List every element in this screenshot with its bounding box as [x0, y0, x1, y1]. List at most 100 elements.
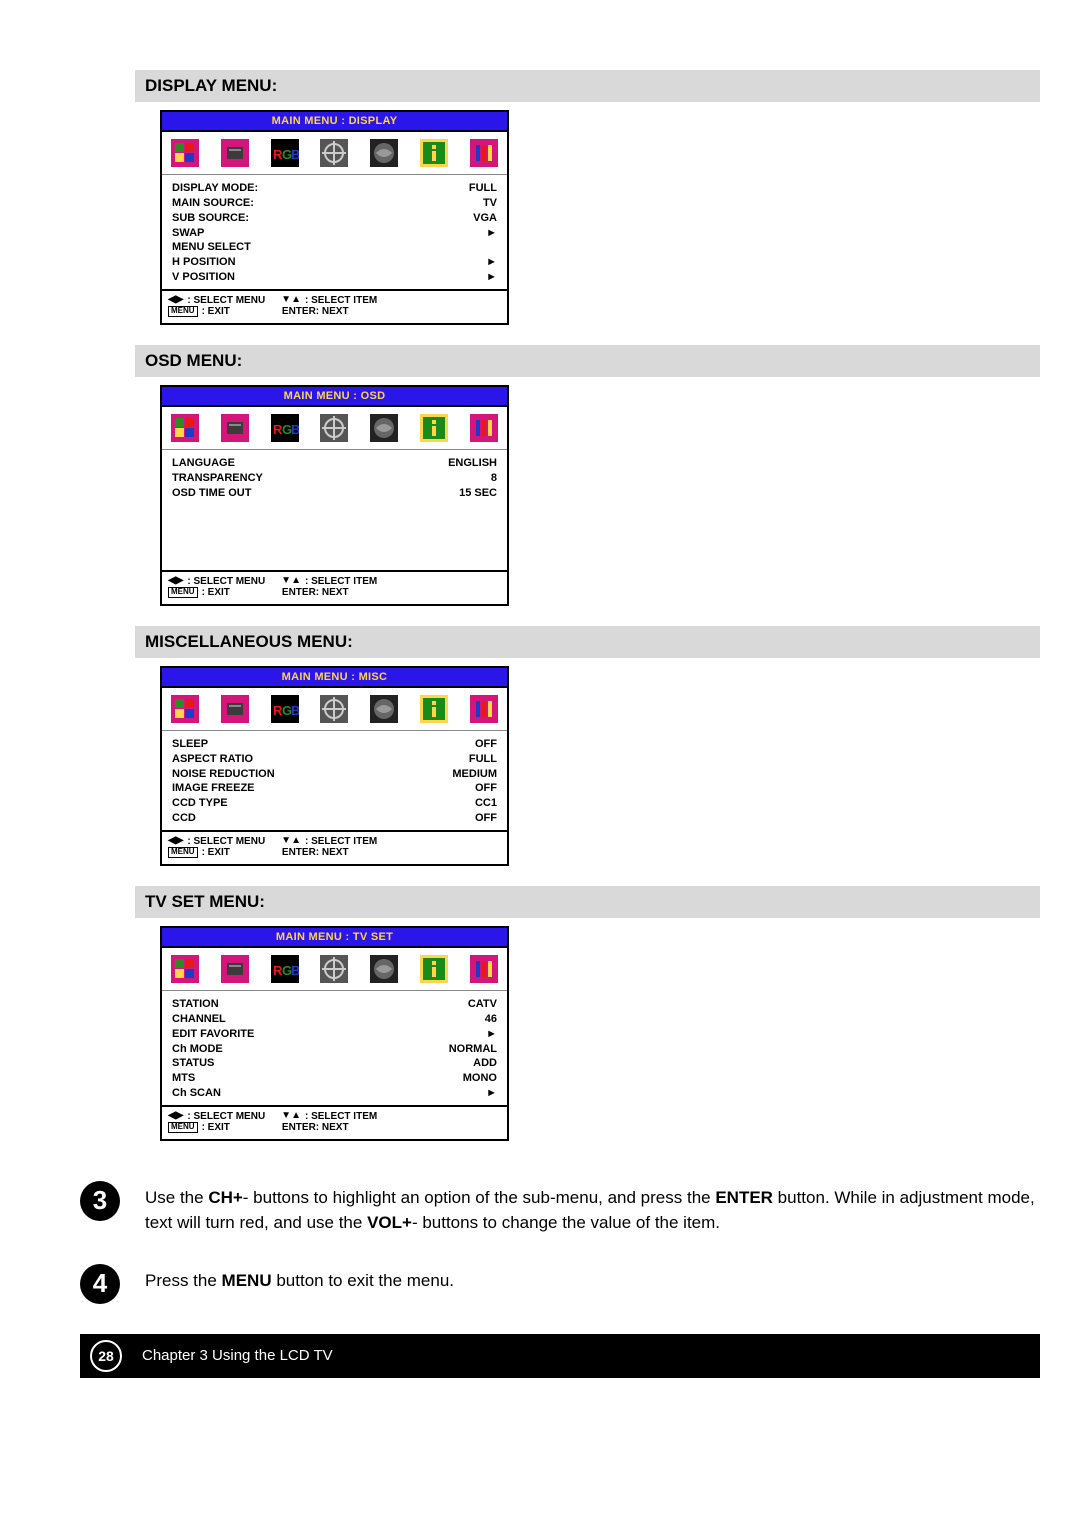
setting-label: MENU SELECT — [172, 240, 417, 255]
menu-icon-row: RGB — [162, 132, 507, 175]
svg-text:B: B — [291, 963, 299, 978]
svg-text:B: B — [291, 703, 299, 718]
globe-icon — [369, 138, 399, 168]
globe-icon — [369, 694, 399, 724]
setting-row: CHANNEL46 — [172, 1012, 497, 1027]
hint-enter-next: ENTER: NEXT — [282, 847, 349, 858]
setting-label: Ch MODE — [172, 1042, 417, 1057]
setting-label: Ch SCAN — [172, 1086, 417, 1101]
setting-label: TRANSPARENCY — [172, 471, 417, 486]
svg-text:B: B — [291, 422, 299, 437]
palette-icon — [170, 954, 200, 984]
audio-icon — [220, 413, 250, 443]
hint-select-item: : SELECT ITEM — [305, 1111, 377, 1122]
hint-select-item: : SELECT ITEM — [305, 576, 377, 587]
menu-hints: ◀▶: SELECT MENU ▼▲: SELECT ITEM MENU: EX… — [162, 830, 507, 864]
left-right-arrow-icon: ◀▶ — [168, 576, 183, 586]
setting-row: MENU SELECT — [172, 240, 497, 255]
down-up-arrow-icon: ▼▲ — [281, 576, 301, 586]
setting-value — [417, 240, 497, 255]
setting-label: DISPLAY MODE: — [172, 181, 417, 196]
step-text: Press the MENU button to exit the menu. — [145, 1264, 1040, 1294]
rgb-icon: RGB — [270, 694, 300, 724]
setting-value: ► — [417, 255, 497, 270]
audio-icon — [220, 694, 250, 724]
info-icon — [419, 138, 449, 168]
menu-icon-row: RGB — [162, 688, 507, 731]
setting-row: SWAP► — [172, 226, 497, 241]
hint-exit: : EXIT — [202, 587, 230, 598]
setting-row: LANGUAGEENGLISH — [172, 456, 497, 471]
setting-value: OFF — [417, 811, 497, 826]
hint-exit: : EXIT — [202, 306, 230, 317]
setting-row: Ch MODENORMAL — [172, 1042, 497, 1057]
settings-list-tvset: STATIONCATV CHANNEL46 EDIT FAVORITE ► Ch … — [162, 991, 507, 1105]
setting-label: LANGUAGE — [172, 456, 417, 471]
menu-chip: MENU — [168, 306, 198, 317]
setting-value: CC1 — [417, 796, 497, 811]
setting-label: SWAP — [172, 226, 417, 241]
hint-enter-next: ENTER: NEXT — [282, 587, 349, 598]
svg-text:B: B — [291, 147, 299, 162]
setting-row: MAIN SOURCE:TV — [172, 196, 497, 211]
hint-select-menu: : SELECT MENU — [187, 1111, 265, 1122]
setting-row: STATUSADD — [172, 1056, 497, 1071]
footer-bar: 28 Chapter 3 Using the LCD TV — [80, 1334, 1040, 1378]
palette-icon — [170, 138, 200, 168]
bars-icon — [469, 413, 499, 443]
setting-label: ASPECT RATIO — [172, 752, 417, 767]
settings-list-misc: SLEEPOFF ASPECT RATIOFULL NOISE REDUCTIO… — [162, 731, 507, 830]
setting-label: MTS — [172, 1071, 417, 1086]
bars-icon — [469, 138, 499, 168]
setting-row: OSD TIME OUT15 SEC — [172, 486, 497, 501]
setting-value: CATV — [417, 997, 497, 1012]
menu-header-misc: MAIN MENU : MISC — [162, 668, 507, 688]
menu-header-tvset: MAIN MENU : TV SET — [162, 928, 507, 948]
palette-icon — [170, 694, 200, 724]
setting-row: IMAGE FREEZEOFF — [172, 781, 497, 796]
left-right-arrow-icon: ◀▶ — [168, 295, 183, 305]
footer-chapter: Chapter 3 Using the LCD TV — [142, 1347, 333, 1364]
setting-value: ► — [417, 226, 497, 241]
setting-value: MONO — [417, 1071, 497, 1086]
section-title-osd: OSD MENU: — [135, 345, 1040, 377]
setting-value: 8 — [417, 471, 497, 486]
setting-value: ENGLISH — [417, 456, 497, 471]
menu-chip: MENU — [168, 1122, 198, 1133]
left-right-arrow-icon: ◀▶ — [168, 836, 183, 846]
hint-enter-next: ENTER: NEXT — [282, 1122, 349, 1133]
down-up-arrow-icon: ▼▲ — [281, 836, 301, 846]
bars-icon — [469, 694, 499, 724]
setting-value: MEDIUM — [417, 767, 497, 782]
setting-label: STATUS — [172, 1056, 417, 1071]
info-icon — [419, 954, 449, 984]
menu-hints: ◀▶ : SELECT MENU ▼▲ : SELECT ITEM MENU : EX… — [162, 570, 507, 604]
setting-value: ADD — [417, 1056, 497, 1071]
setting-value: ► — [417, 1086, 497, 1101]
menu-chip: MENU — [168, 587, 198, 598]
setting-row: CCD TYPECC1 — [172, 796, 497, 811]
info-icon — [419, 694, 449, 724]
menu-header-osd: MAIN MENU : OSD — [162, 387, 507, 407]
hint-exit: : EXIT — [202, 847, 230, 858]
globe-icon — [369, 954, 399, 984]
setting-row: STATIONCATV — [172, 997, 497, 1012]
setting-row: NOISE REDUCTIONMEDIUM — [172, 767, 497, 782]
setting-label: MAIN SOURCE: — [172, 196, 417, 211]
target-icon — [319, 413, 349, 443]
globe-icon — [369, 413, 399, 443]
menu-icon-row: RGB — [162, 948, 507, 991]
section-title-tvset: TV SET MENU: — [135, 886, 1040, 918]
setting-value: OFF — [417, 737, 497, 752]
target-icon — [319, 954, 349, 984]
palette-icon — [170, 413, 200, 443]
setting-value: 15 SEC — [417, 486, 497, 501]
setting-row: SLEEPOFF — [172, 737, 497, 752]
hint-select-menu: : SELECT MENU — [187, 576, 265, 587]
menu-hints: ◀▶: SELECT MENU ▼▲: SELECT ITEM MENU: EX… — [162, 289, 507, 323]
setting-label: EDIT FAVORITE — [172, 1027, 417, 1042]
setting-row: Ch SCAN► — [172, 1086, 497, 1101]
setting-row: H POSITION► — [172, 255, 497, 270]
setting-value: OFF — [417, 781, 497, 796]
down-up-arrow-icon: ▼▲ — [281, 295, 301, 305]
